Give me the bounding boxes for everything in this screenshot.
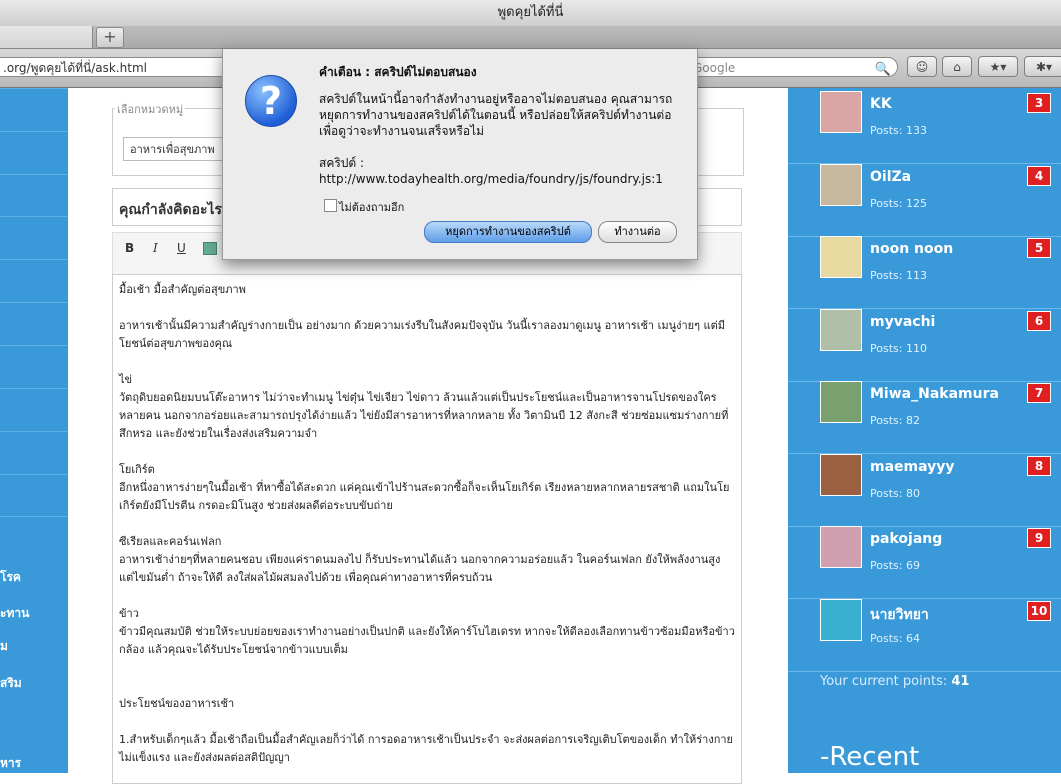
user-name[interactable]: OilZa (870, 169, 911, 185)
window-title: พูดคุยได้ที่นี่ (0, 0, 1061, 27)
new-tab-button[interactable]: + (96, 27, 124, 48)
editor-paragraph: ข้าว (119, 607, 139, 620)
avatar[interactable] (820, 453, 862, 496)
editor-paragraph (119, 713, 735, 731)
editor-paragraph: อาหารเช้านั้นมีความสำคัญร่างกายเป็น อย่า… (119, 319, 725, 350)
avatar[interactable] (820, 381, 862, 423)
tab-bar: + (0, 26, 1061, 49)
user-posts: Posts: 113 (870, 269, 927, 282)
avatar[interactable] (820, 598, 862, 641)
user-posts: Posts: 69 (870, 559, 920, 572)
editor-paragraph: วัตถุดิบยอดนิยมบนโต๊ะอาหาร ไม่ว่าจะทำเมน… (119, 391, 729, 440)
underline-button[interactable]: U (177, 241, 186, 255)
editor-paragraph: ข้าวมีคุณสมบัติ ช่วยให้ระบบย่อยของเราทำง… (119, 625, 735, 656)
user-name[interactable]: pakojang (870, 531, 942, 547)
nav-item[interactable]: ะทาน (0, 604, 29, 623)
avatar[interactable] (820, 163, 862, 206)
bold-button[interactable]: B (125, 241, 134, 255)
rank-badge: 4 (1027, 165, 1051, 186)
editor-paragraph: ซีเรียลและคอร์นเฟลก (119, 535, 222, 548)
leaderboard-user[interactable]: KK Posts: 133 3 (788, 91, 1061, 164)
rank-badge: 3 (1027, 93, 1051, 113)
user-name[interactable]: maemayyy (870, 459, 955, 475)
rank-badge: 7 (1027, 383, 1051, 403)
leaderboard-user[interactable]: OilZa Posts: 125 4 (788, 163, 1061, 237)
editor-paragraph: อาหารเช้าง่ายๆที่หลายคนชอบ เพียงแค่ราดนม… (119, 553, 721, 584)
user-name[interactable]: Miwa_Nakamura (870, 386, 999, 402)
user-posts: Posts: 133 (870, 124, 927, 137)
recent-heading: -Recent (820, 742, 920, 772)
rank-badge: 9 (1027, 528, 1051, 548)
address-bar[interactable]: .org/พูดคุยได้ที่นี่/ask.html (0, 57, 250, 77)
user-posts: Posts: 80 (870, 486, 920, 500)
user-posts: Posts: 64 (870, 631, 920, 645)
dialog-title: คำเตือน : สคริปต์ไม่ตอบสนอง (319, 65, 477, 79)
dont-ask-label[interactable]: ไม่ต้องถามอีก (339, 198, 404, 216)
rank-badge: 5 (1027, 238, 1051, 258)
editor-paragraph (119, 515, 735, 533)
left-nav: โรค ะทาน ม สริม หาร (0, 88, 68, 773)
nav-item[interactable]: ม (0, 637, 8, 656)
user-posts: Posts: 82 (870, 414, 920, 427)
avatar[interactable] (820, 308, 862, 351)
rank-badge: 8 (1027, 455, 1051, 476)
nav-item[interactable]: หาร (0, 754, 21, 773)
avatar[interactable] (820, 91, 862, 133)
user-name[interactable]: noon noon (870, 241, 953, 257)
avatar[interactable] (820, 236, 862, 278)
tools-icon[interactable]: ✱▾ (1024, 56, 1061, 77)
user-name[interactable]: นายวิทยา (870, 604, 929, 626)
bookmarks-icon[interactable]: ★▾ (978, 56, 1018, 77)
editor-paragraph: อีกหนึ่งอาหารง่ายๆในมื้อเช้า ที่หาซื้อได… (119, 481, 730, 512)
image-icon[interactable] (203, 242, 217, 255)
italic-button[interactable]: I (153, 241, 158, 255)
avatar[interactable] (820, 526, 862, 568)
points-label: Your current points: (820, 674, 948, 689)
editor-paragraph (119, 677, 735, 695)
user-posts: Posts: 110 (870, 341, 927, 355)
leaderboard-user[interactable]: noon noon Posts: 113 5 (788, 236, 1061, 309)
editor-paragraph: ไข่ (119, 373, 133, 386)
editor-paragraph (119, 299, 735, 317)
script-warning-dialog: ? คำเตือน : สคริปต์ไม่ตอบสนอง สคริปต์ในห… (222, 49, 698, 260)
user-name[interactable]: myvachi (870, 314, 935, 330)
nav-item[interactable]: สริม (0, 674, 22, 693)
dialog-script-path: สคริปต์ : http://www.todayhealth.org/med… (319, 156, 663, 186)
current-points: Your current points: 41 (820, 674, 969, 689)
leaderboard-user[interactable]: maemayyy Posts: 80 8 (788, 453, 1061, 527)
nav-item[interactable]: โรค (0, 568, 21, 587)
rank-badge: 10 (1027, 600, 1051, 621)
editor-paragraph (119, 353, 735, 371)
editor-body[interactable]: มื้อเช้า มื้อสำคัญต่อสุขภาพอาหารเช้านั้น… (112, 274, 742, 784)
extension-icon[interactable]: ☺ (907, 56, 937, 77)
editor-paragraph (119, 443, 735, 461)
leaderboard-user[interactable]: Miwa_Nakamura Posts: 82 7 (788, 381, 1061, 454)
continue-button[interactable]: ทำงานต่อ (598, 221, 677, 243)
editor-paragraph: มื้อเช้า มื้อสำคัญต่อสุขภาพ (119, 283, 246, 296)
editor-paragraph: ประโยชน์ของอาหารเช้า (119, 697, 235, 710)
dialog-message: สคริปต์ในหน้านี้อาจกำลังทำงานอยู่หรืออาจ… (319, 92, 673, 138)
points-value: 41 (951, 674, 970, 689)
editor-paragraph: โยเกิร์ต (119, 463, 155, 476)
tab-active[interactable] (0, 26, 93, 48)
home-icon[interactable]: ⌂ (942, 56, 972, 77)
category-legend: เลือกหมวดหมู่ (115, 100, 186, 118)
editor-paragraph: 1.สำหรับเด็กๆแล้ว มื้อเช้าถือเป็นมื้อสำค… (119, 733, 733, 764)
user-posts: Posts: 125 (870, 196, 927, 210)
editor-paragraph (119, 587, 735, 605)
question-icon: ? (245, 75, 297, 127)
leaderboard-user[interactable]: myvachi Posts: 110 6 (788, 308, 1061, 382)
dont-ask-checkbox[interactable] (324, 199, 337, 212)
editor-paragraph (119, 659, 735, 677)
stop-script-button[interactable]: หยุดการทำงานของสคริปต์ (424, 221, 592, 243)
title-text: คุณกำลังคิดอะไร (119, 202, 223, 218)
leaderboard-user[interactable]: pakojang Posts: 69 9 (788, 526, 1061, 599)
search-placeholder: Google (693, 61, 736, 75)
leaderboard: KK Posts: 133 3 OilZa Posts: 125 4 noon noon Po… (788, 88, 1061, 773)
leaderboard-user[interactable]: นายวิทยา Posts: 64 10 (788, 598, 1061, 672)
rank-badge: 6 (1027, 310, 1051, 331)
user-name[interactable]: KK (870, 96, 892, 112)
search-icon[interactable]: 🔍 (875, 60, 891, 80)
